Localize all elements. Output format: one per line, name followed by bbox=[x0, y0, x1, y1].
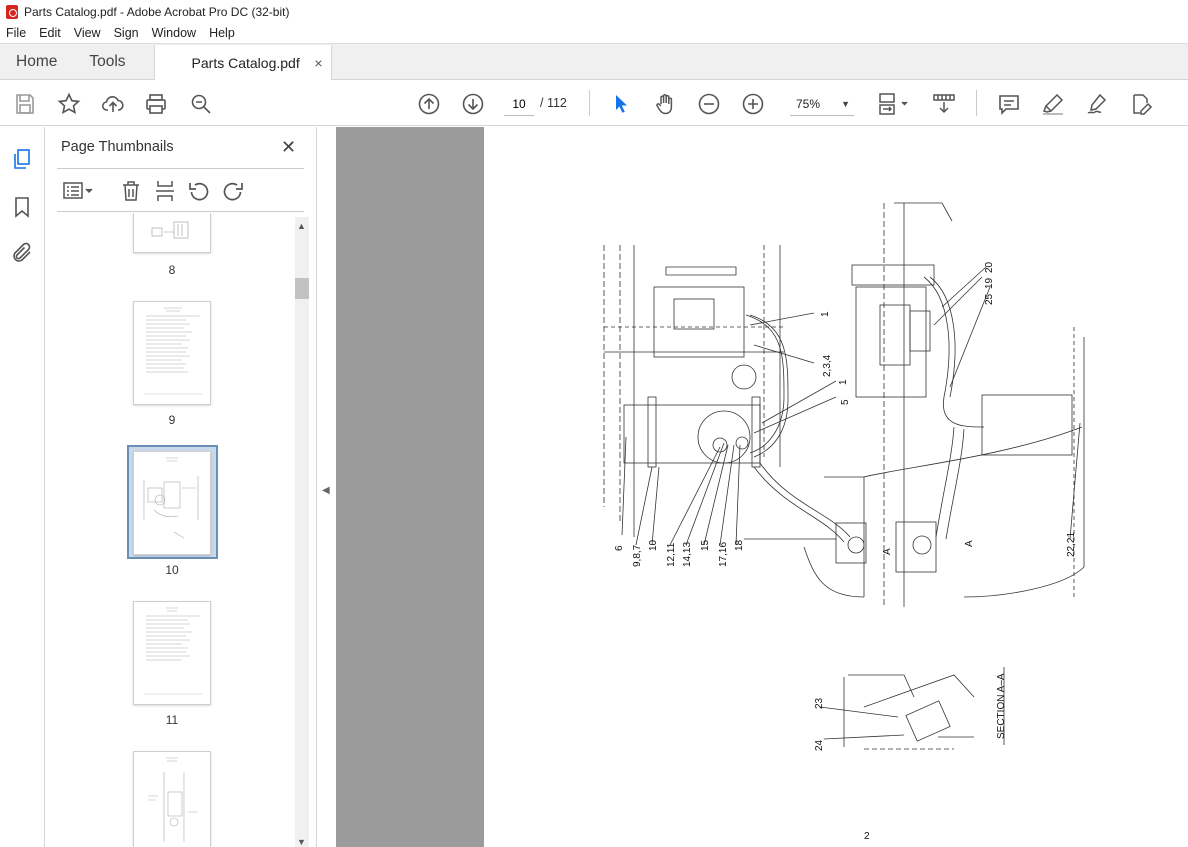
callout: 2,3,4 bbox=[822, 354, 833, 377]
tab-tools[interactable]: Tools bbox=[73, 44, 141, 79]
menu-edit[interactable]: Edit bbox=[39, 26, 61, 40]
callout: 5 bbox=[840, 399, 851, 405]
window-title: Parts Catalog.pdf - Adobe Acrobat Pro DC… bbox=[24, 4, 290, 19]
callout: 10 bbox=[648, 539, 659, 551]
edit-pdf-icon[interactable] bbox=[1128, 91, 1154, 117]
parts-diagram: 1 2,3,4 1 5 6 9,8,7 10 12,11 14,13 15 17… bbox=[603, 202, 1085, 842]
comment-icon[interactable] bbox=[996, 91, 1022, 117]
title-bar: Parts Catalog.pdf - Adobe Acrobat Pro DC… bbox=[0, 0, 1188, 23]
callout: 24 bbox=[814, 739, 825, 751]
thumbnails-panel: Page Thumbnails ✕ 8 9 10 11 ▲ ▼ bbox=[45, 127, 317, 847]
attachment-icon[interactable] bbox=[10, 241, 34, 265]
menu-file[interactable]: File bbox=[6, 26, 26, 40]
highlight-pen-icon[interactable] bbox=[1040, 91, 1066, 117]
section-title: SECTION A–A bbox=[996, 673, 1007, 739]
next-page-icon[interactable] bbox=[460, 91, 486, 117]
thumbnail-list: 8 9 10 11 bbox=[57, 213, 295, 847]
sign-icon[interactable] bbox=[1084, 91, 1110, 117]
main-area: Page Thumbnails ✕ 8 9 10 11 ▲ ▼ ◀ 1 2,3,… bbox=[0, 127, 1188, 847]
star-icon[interactable] bbox=[56, 91, 82, 117]
page-thumbnail[interactable] bbox=[133, 213, 211, 253]
callout: 23 bbox=[814, 697, 825, 709]
scrollbar-thumb[interactable] bbox=[295, 278, 309, 299]
page-thumbnails-icon[interactable] bbox=[10, 147, 34, 171]
thumbnail-label: 8 bbox=[168, 263, 176, 277]
panel-divider bbox=[57, 211, 304, 212]
select-cursor-icon[interactable] bbox=[608, 91, 634, 117]
chevron-down-icon: ▼ bbox=[841, 98, 850, 109]
zoom-out-icon[interactable] bbox=[696, 91, 722, 117]
insert-page-icon[interactable] bbox=[153, 179, 177, 203]
menu-view[interactable]: View bbox=[74, 26, 101, 40]
cloud-upload-icon[interactable] bbox=[100, 91, 126, 117]
zoom-level-value: 75% bbox=[796, 96, 821, 111]
thumbnail-label: 9 bbox=[168, 413, 176, 427]
scroll-up-icon[interactable]: ▲ bbox=[297, 221, 306, 231]
acrobat-icon bbox=[6, 4, 18, 19]
hand-tool-icon[interactable] bbox=[652, 91, 678, 117]
collapse-panel-icon[interactable]: ◀ bbox=[322, 485, 330, 496]
document-viewer[interactable]: 1 2,3,4 1 5 6 9,8,7 10 12,11 14,13 15 17… bbox=[336, 127, 1188, 847]
tab-document[interactable]: Parts Catalog.pdf × bbox=[153, 45, 332, 80]
page-thumbnail[interactable] bbox=[133, 301, 211, 405]
callout: 15 bbox=[700, 539, 711, 551]
menu-window[interactable]: Window bbox=[152, 26, 196, 40]
callout: 1 bbox=[838, 379, 849, 385]
callout: 14,13 bbox=[682, 542, 693, 567]
zoom-level-select[interactable]: 75% ▼ bbox=[790, 92, 854, 116]
tab-bar: Home Tools Parts Catalog.pdf × bbox=[0, 43, 1188, 80]
close-icon[interactable]: ✕ bbox=[281, 137, 296, 158]
section-marker: A bbox=[964, 540, 975, 547]
page-thumbnail-current[interactable] bbox=[133, 451, 211, 555]
callout: 12,11 bbox=[666, 542, 677, 567]
callout: 22,21 bbox=[1066, 532, 1077, 557]
callout: 17,16 bbox=[718, 542, 729, 567]
delete-icon[interactable] bbox=[119, 179, 143, 203]
previous-page-icon[interactable] bbox=[416, 91, 442, 117]
thumbnail-scrollbar[interactable]: ▲ ▼ bbox=[295, 217, 309, 847]
bookmark-icon[interactable] bbox=[10, 195, 34, 219]
rotate-left-icon[interactable] bbox=[187, 179, 211, 203]
tab-close-button[interactable]: × bbox=[314, 55, 322, 71]
toolbar-divider bbox=[976, 90, 977, 116]
thumbnail-options-icon[interactable] bbox=[61, 179, 95, 203]
callout: 25 bbox=[984, 293, 995, 305]
callout: 6 bbox=[614, 545, 625, 551]
callout: 18 bbox=[734, 539, 745, 551]
menu-sign[interactable]: Sign bbox=[114, 26, 139, 40]
rotate-right-icon[interactable] bbox=[221, 179, 245, 203]
page-thumbnail[interactable] bbox=[133, 751, 211, 847]
thumbnail-label: 11 bbox=[165, 713, 179, 727]
page-number-label: 2 bbox=[864, 831, 870, 842]
save-icon[interactable] bbox=[12, 91, 38, 117]
page-total: / 112 bbox=[540, 96, 567, 110]
thumbnail-label: 10 bbox=[165, 563, 179, 577]
pdf-page: 1 2,3,4 1 5 6 9,8,7 10 12,11 14,13 15 17… bbox=[484, 127, 1188, 847]
menu-bar: File Edit View Sign Window Help bbox=[0, 23, 1188, 43]
panel-divider bbox=[57, 168, 304, 169]
scroll-down-icon[interactable]: ▼ bbox=[297, 837, 306, 847]
menu-help[interactable]: Help bbox=[209, 26, 235, 40]
toolbar: / 112 75% ▼ bbox=[0, 80, 1188, 126]
navigation-rail bbox=[0, 127, 45, 847]
callout: 19 bbox=[984, 277, 995, 289]
toolbar-divider bbox=[589, 90, 590, 116]
zoom-search-icon[interactable] bbox=[188, 91, 214, 117]
page-thumbnail[interactable] bbox=[133, 601, 211, 705]
callout: 1 bbox=[820, 311, 831, 317]
page-number-input[interactable] bbox=[504, 92, 534, 116]
print-icon[interactable] bbox=[143, 91, 169, 117]
tab-document-label: Parts Catalog.pdf bbox=[191, 54, 300, 71]
zoom-in-icon[interactable] bbox=[740, 91, 766, 117]
scroll-mode-icon[interactable] bbox=[931, 91, 957, 117]
page-fit-icon[interactable] bbox=[876, 91, 910, 117]
panel-title: Page Thumbnails bbox=[61, 139, 174, 155]
callout: 20 bbox=[984, 261, 995, 273]
callout: 9,8,7 bbox=[632, 544, 643, 567]
tab-home[interactable]: Home bbox=[0, 44, 73, 79]
section-marker: A bbox=[882, 548, 893, 555]
